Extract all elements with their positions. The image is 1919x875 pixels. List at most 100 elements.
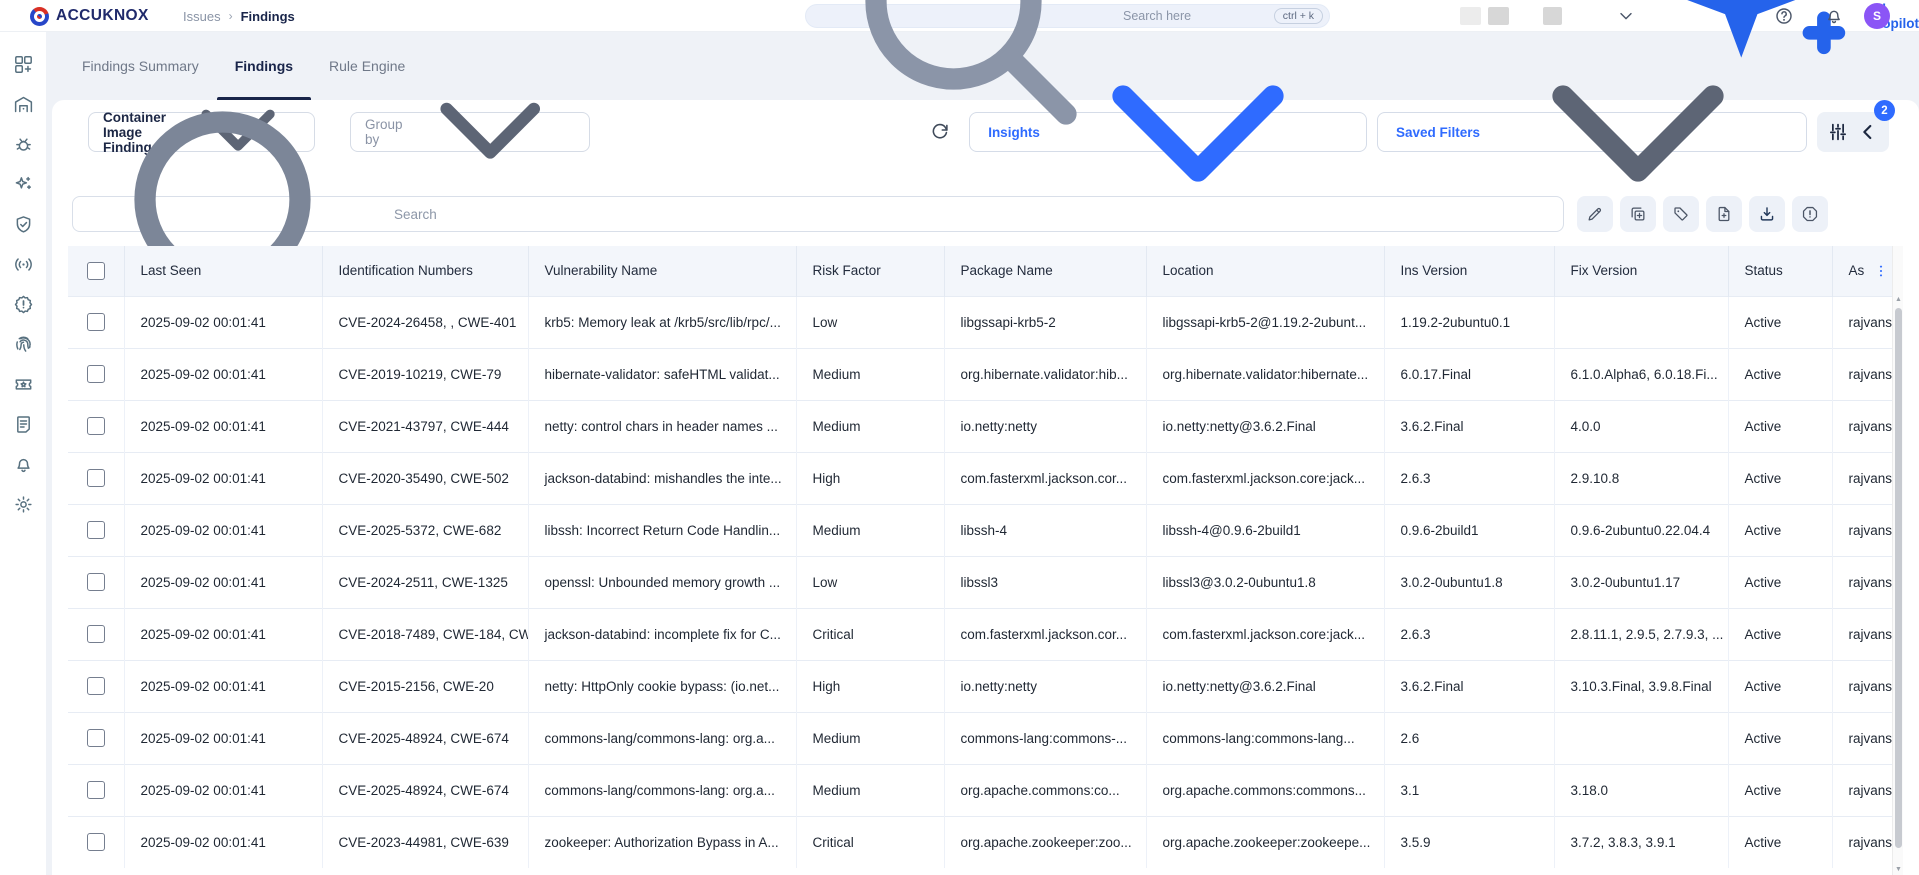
cell-identification-numbers: CVE-2023-44981, CWE-639	[322, 815, 529, 868]
row-checkbox[interactable]	[87, 573, 105, 591]
sidebar-item-reports[interactable]	[0, 404, 46, 444]
bell-icon	[13, 454, 34, 475]
cell-risk-factor: Critical	[796, 815, 945, 868]
row-checkbox[interactable]	[87, 313, 105, 331]
table-row[interactable]: 2025-09-02 00:01:41 CVE-2025-48924, CWE-6…	[68, 763, 1899, 816]
sidebar-item-notifications[interactable]	[0, 444, 46, 484]
cell-vulnerability-name: openssl: Unbounded memory growth ...	[528, 555, 797, 608]
cell-ins-version: 3.5.9	[1384, 815, 1555, 868]
cell-location: commons-lang:commons-lang...	[1146, 711, 1385, 764]
table-row[interactable]: 2025-09-02 00:01:41 CVE-2025-5372, CWE-68…	[68, 503, 1899, 556]
collapse-chevron-left-icon[interactable]	[1857, 121, 1879, 143]
row-checkbox[interactable]	[87, 521, 105, 539]
cell-ins-version: 3.1	[1384, 763, 1555, 816]
copy-plus-icon	[1629, 205, 1647, 223]
row-checkbox[interactable]	[87, 417, 105, 435]
sidebar-item-runtime-protection[interactable]	[0, 244, 46, 284]
sidebar-item-issues[interactable]	[0, 124, 46, 164]
org-chevron-down-icon[interactable]	[1616, 6, 1636, 26]
chevron-down-icon	[403, 42, 577, 221]
help-button[interactable]	[1774, 6, 1794, 26]
cell-fix-version: 3.7.2, 3.8.3, 3.9.1	[1554, 815, 1729, 868]
sidebar-item-inventory[interactable]	[0, 84, 46, 124]
cell-package-name: com.fasterxml.jackson.cor...	[944, 607, 1147, 660]
column-header-fix-version[interactable]: Fix Version	[1554, 246, 1729, 296]
accuknox-logo[interactable]: ACCUKNOX	[30, 0, 149, 32]
select-all-checkbox[interactable]	[87, 261, 105, 280]
table-search-input[interactable]: Search	[72, 110, 1564, 323]
cell-risk-factor: Low	[796, 555, 945, 608]
tag-button[interactable]	[1663, 196, 1699, 232]
scrollbar-up-arrow-icon[interactable]: ▲	[1893, 296, 1904, 303]
cell-package-name: org.apache.zookeeper:zoo...	[944, 815, 1147, 868]
column-header-vulnerability-name[interactable]: Vulnerability Name	[528, 246, 797, 296]
scrollbar-thumb[interactable]	[1894, 308, 1902, 848]
cell-location: io.netty:netty@3.6.2.Final	[1146, 659, 1385, 712]
sidebar-item-identity[interactable]	[0, 324, 46, 364]
table-row[interactable]: 2025-09-02 00:01:41 CVE-2019-10219, CWE-7…	[68, 347, 1899, 400]
table-row[interactable]: 2025-09-02 00:01:41 CVE-2020-35490, CWE-5…	[68, 451, 1899, 504]
row-checkbox[interactable]	[87, 677, 105, 695]
row-checkbox[interactable]	[87, 781, 105, 799]
scrollbar-down-arrow-icon[interactable]: ▼	[1893, 866, 1904, 873]
cell-vulnerability-name: jackson-databind: incomplete fix for C..…	[528, 607, 797, 660]
column-header-status[interactable]: Status	[1728, 246, 1833, 296]
cell-risk-factor: Critical	[796, 607, 945, 660]
column-header-as[interactable]: As	[1832, 246, 1899, 296]
sidebar-item-settings[interactable]	[0, 484, 46, 524]
duplicate-button[interactable]	[1620, 196, 1656, 232]
row-checkbox[interactable]	[87, 469, 105, 487]
sidebar-item-tickets[interactable]	[0, 364, 46, 404]
row-checkbox[interactable]	[87, 833, 105, 852]
column-header-package-name[interactable]: Package Name	[944, 246, 1147, 296]
table-row[interactable]: 2025-09-02 00:01:41 CVE-2025-48924, CWE-6…	[68, 711, 1899, 764]
cell-risk-factor: Medium	[796, 347, 945, 400]
table-row[interactable]: 2025-09-02 00:01:41 CVE-2024-26458, , CWE…	[68, 295, 1899, 348]
cell-fix-version: 6.1.0.Alpha6, 6.0.18.Fi...	[1554, 347, 1729, 400]
edit-button[interactable]	[1577, 196, 1613, 232]
cell-last-seen: 2025-09-02 00:01:41	[124, 763, 323, 816]
table-row[interactable]: 2025-09-02 00:01:41 CVE-2024-2511, CWE-13…	[68, 555, 1899, 608]
cell-risk-factor: Medium	[796, 503, 945, 556]
column-header-identification-numbers[interactable]: Identification Numbers	[322, 246, 529, 296]
table-row[interactable]: 2025-09-02 00:01:41 CVE-2021-43797, CWE-4…	[68, 399, 1899, 452]
sidebar-item-remediation[interactable]	[0, 164, 46, 204]
column-header-risk-factor[interactable]: Risk Factor	[796, 246, 945, 296]
cell-ins-version: 2.6.3	[1384, 451, 1555, 504]
notifications-button[interactable]	[1824, 6, 1844, 26]
row-checkbox[interactable]	[87, 729, 105, 747]
group-by-select[interactable]: Group by	[350, 102, 590, 159]
row-checkbox[interactable]	[87, 365, 105, 383]
create-ticket-button[interactable]	[1706, 196, 1742, 232]
column-menu-kebab-icon[interactable]	[1874, 262, 1888, 280]
row-checkbox[interactable]	[87, 625, 105, 643]
cell-fix-version: 3.10.3.Final, 3.9.8.Final	[1554, 659, 1729, 712]
shield-check-icon	[13, 214, 34, 235]
breadcrumb-issues[interactable]: Issues	[183, 9, 221, 24]
row-select-cell	[68, 503, 125, 556]
cell-package-name: commons-lang:commons-...	[944, 711, 1147, 764]
cell-as: rajvans	[1832, 815, 1899, 868]
table-row[interactable]: 2025-09-02 00:01:41 CVE-2018-7489, CWE-18…	[68, 607, 1899, 660]
user-avatar[interactable]: S	[1864, 3, 1890, 29]
cell-fix-version: 2.9.10.8	[1554, 451, 1729, 504]
cell-as: rajvans	[1832, 711, 1899, 764]
global-search-input[interactable]: Search here ctrl + k	[805, 0, 1330, 125]
table-row[interactable]: 2025-09-02 00:01:41 CVE-2023-44981, CWE-6…	[68, 815, 1899, 868]
cell-ins-version: 1.19.2-2ubuntu0.1	[1384, 295, 1555, 348]
sidebar-item-dashboard[interactable]	[0, 44, 46, 84]
column-header-last-seen[interactable]: Last Seen	[124, 246, 323, 296]
cell-last-seen: 2025-09-02 00:01:41	[124, 503, 323, 556]
cell-vulnerability-name: commons-lang/commons-lang: org.a...	[528, 763, 797, 816]
cell-as: rajvans	[1832, 399, 1899, 452]
table-scrollbar[interactable]: ▲ ▼	[1892, 246, 1903, 875]
column-header-ins-version[interactable]: Ins Version	[1384, 246, 1555, 296]
table-row[interactable]: 2025-09-02 00:01:41 CVE-2015-2156, CWE-20…	[68, 659, 1899, 712]
report-false-positive-button[interactable]	[1792, 196, 1828, 232]
filter-sliders-button[interactable]	[1827, 121, 1849, 143]
download-button[interactable]	[1749, 196, 1785, 232]
row-select-cell	[68, 555, 125, 608]
column-header-location[interactable]: Location	[1146, 246, 1385, 296]
sidebar-item-compliance[interactable]	[0, 204, 46, 244]
sidebar-item-alerts[interactable]	[0, 284, 46, 324]
